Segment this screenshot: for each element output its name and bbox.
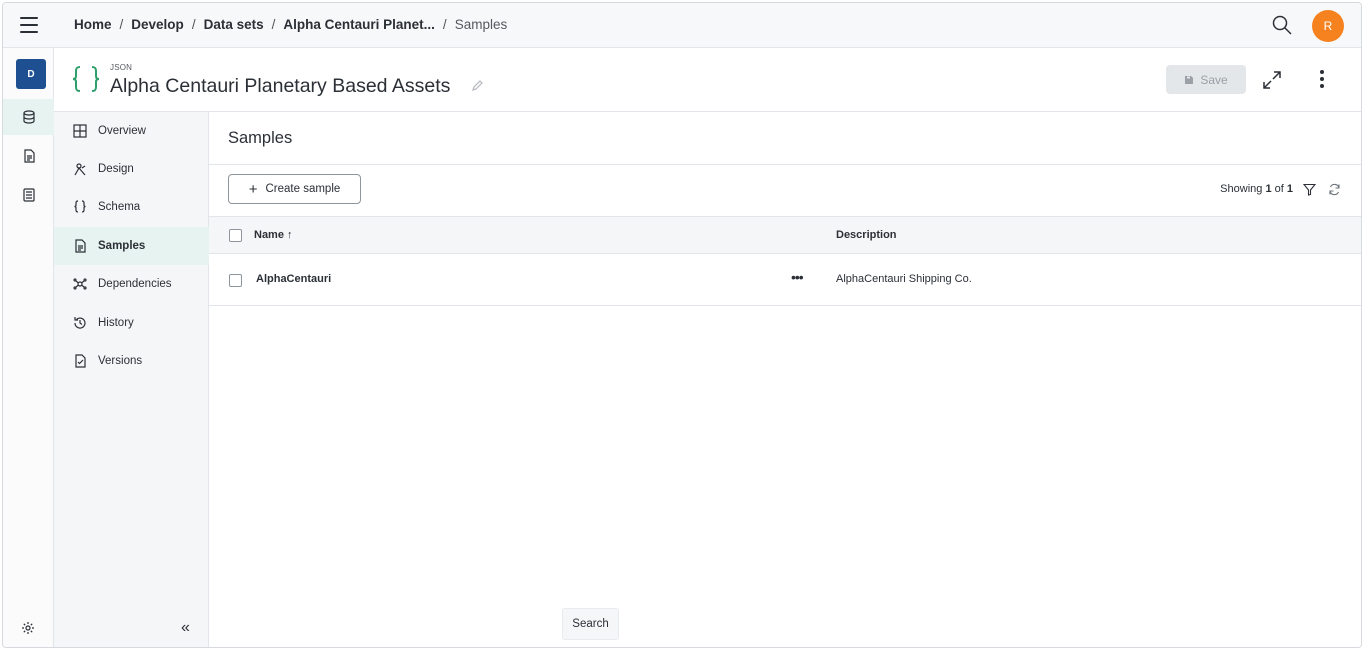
left-rail: D <box>3 3 54 647</box>
showing-of: of <box>1274 183 1284 195</box>
breadcrumb-asset[interactable]: Alpha Centauri Planet... <box>283 17 435 32</box>
top-bar: Home / Develop / Data sets / Alpha Centa… <box>54 3 1361 48</box>
json-braces-icon <box>72 66 100 92</box>
divider <box>209 164 1361 165</box>
collapse-icon[interactable]: « <box>181 619 190 637</box>
breadcrumb-home[interactable]: Home <box>74 17 112 32</box>
nav-item-label: Dependencies <box>98 278 172 290</box>
workspace-badge[interactable]: D <box>16 59 46 89</box>
avatar[interactable]: R <box>1312 10 1344 42</box>
edit-pencil-icon[interactable] <box>471 80 483 92</box>
more-options-icon[interactable] <box>1319 70 1325 88</box>
save-icon <box>1185 75 1194 84</box>
breadcrumb-current: Samples <box>454 17 508 32</box>
design-icon <box>72 161 88 177</box>
nav-item-design[interactable]: Design <box>54 150 209 188</box>
sample-name[interactable]: AlphaCentauri <box>256 273 331 285</box>
nav-item-label: Versions <box>98 355 143 367</box>
nav-item-label: Schema <box>98 201 141 213</box>
settings-icon[interactable] <box>21 621 35 635</box>
asset-nav: Overview Design Schema Samples Dependenc… <box>54 112 209 647</box>
search-icon[interactable] <box>1271 14 1293 36</box>
database-icon[interactable] <box>3 99 54 135</box>
asset-header: JSON Alpha Centauri Planetary Based Asse… <box>54 48 1361 112</box>
filter-icon[interactable] <box>1303 183 1316 196</box>
samples-panel: Samples + Create sample Showing 1 of 1 N… <box>209 112 1361 647</box>
document-icon[interactable] <box>3 138 54 174</box>
section-title: Samples <box>228 129 293 147</box>
grid-icon <box>72 123 88 139</box>
breadcrumb: Home / Develop / Data sets / Alpha Centa… <box>74 17 508 32</box>
nav-item-versions[interactable]: Versions <box>54 342 209 380</box>
refresh-icon[interactable] <box>1328 183 1341 196</box>
breadcrumb-data-sets[interactable]: Data sets <box>204 17 264 32</box>
page-title: Alpha Centauri Planetary Based Assets <box>110 75 451 97</box>
showing-current: 1 <box>1265 183 1272 195</box>
menu-icon[interactable] <box>3 3 54 48</box>
nav-item-samples[interactable]: Samples <box>54 227 209 265</box>
result-count: Showing 1 of 1 <box>1220 183 1293 195</box>
save-button[interactable]: Save <box>1166 65 1246 94</box>
sort-ascending-icon: ↑ <box>287 229 293 241</box>
column-header-description[interactable]: Description <box>836 229 897 241</box>
nav-item-label: History <box>98 317 134 329</box>
list-doc-icon[interactable] <box>3 177 54 213</box>
nav-item-label: Overview <box>98 125 146 137</box>
nav-item-schema[interactable]: Schema <box>54 188 209 226</box>
expand-icon[interactable] <box>1261 69 1283 91</box>
create-sample-label: Create sample <box>265 183 341 195</box>
history-icon <box>72 315 88 331</box>
versions-icon <box>72 353 88 369</box>
select-all-checkbox[interactable] <box>229 229 242 242</box>
table-header: Name ↑ Description <box>209 216 1361 254</box>
column-name-label: Name <box>254 229 284 241</box>
dependencies-icon <box>72 276 88 292</box>
breadcrumb-develop[interactable]: Develop <box>131 17 184 32</box>
search-tooltip: Search <box>562 608 619 640</box>
row-more-icon[interactable]: ••• <box>791 269 804 285</box>
showing-total: 1 <box>1286 183 1293 195</box>
showing-prefix: Showing <box>1220 183 1263 195</box>
create-sample-button[interactable]: + Create sample <box>228 174 361 204</box>
braces-icon <box>72 199 88 215</box>
table-row[interactable]: AlphaCentauri ••• AlphaCentauri Shipping… <box>209 255 1361 306</box>
asset-type-label: JSON <box>110 63 133 72</box>
column-header-name[interactable]: Name ↑ <box>254 229 293 241</box>
app-window: D Home / Develop / Data sets / Alpha Cen… <box>2 2 1362 648</box>
nav-item-label: Design <box>98 163 134 175</box>
nav-item-label: Samples <box>98 240 146 252</box>
save-button-label: Save <box>1200 72 1228 87</box>
sample-description: AlphaCentauri Shipping Co. <box>836 273 972 285</box>
row-checkbox[interactable] <box>229 274 242 287</box>
plus-icon: + <box>248 180 258 198</box>
nav-item-history[interactable]: History <box>54 304 209 342</box>
sample-doc-icon <box>72 238 88 254</box>
nav-item-overview[interactable]: Overview <box>54 112 209 150</box>
nav-item-dependencies[interactable]: Dependencies <box>54 265 209 303</box>
